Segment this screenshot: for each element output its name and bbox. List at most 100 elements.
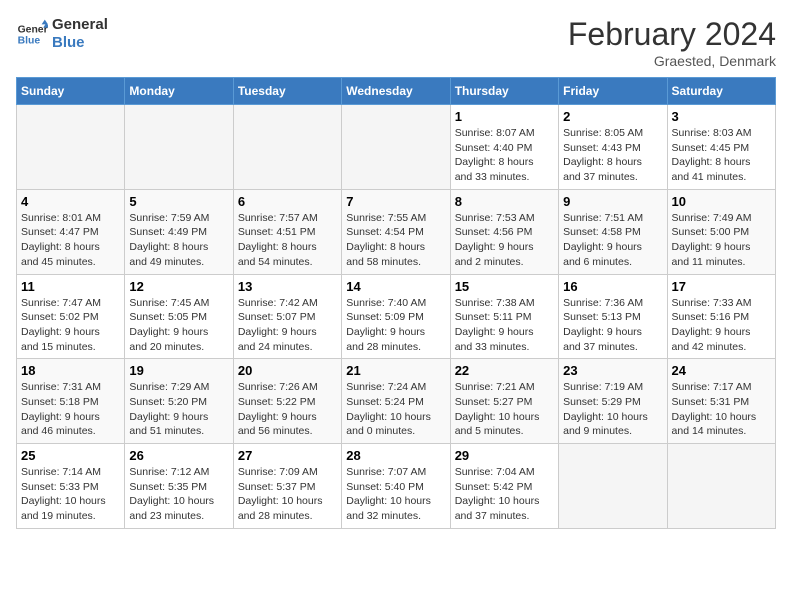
calendar-cell: 29 Sunrise: 7:04 AM Sunset: 5:42 PM Dayli… bbox=[450, 444, 558, 529]
day-info: Sunrise: 7:26 AM Sunset: 5:22 PM Dayligh… bbox=[238, 380, 337, 439]
column-header-tuesday: Tuesday bbox=[233, 78, 341, 105]
day-number: 22 bbox=[455, 363, 554, 378]
calendar-cell: 19 Sunrise: 7:29 AM Sunset: 5:20 PM Dayli… bbox=[125, 359, 233, 444]
calendar-cell: 2 Sunrise: 8:05 AM Sunset: 4:43 PM Daylig… bbox=[559, 105, 667, 190]
calendar-cell: 11 Sunrise: 7:47 AM Sunset: 5:02 PM Dayli… bbox=[17, 274, 125, 359]
day-info: Sunrise: 8:03 AM Sunset: 4:45 PM Dayligh… bbox=[672, 126, 771, 185]
calendar-cell bbox=[125, 105, 233, 190]
calendar-cell bbox=[559, 444, 667, 529]
day-info: Sunrise: 7:09 AM Sunset: 5:37 PM Dayligh… bbox=[238, 465, 337, 524]
day-number: 2 bbox=[563, 109, 662, 124]
day-info: Sunrise: 7:49 AM Sunset: 5:00 PM Dayligh… bbox=[672, 211, 771, 270]
calendar-cell: 27Sunrise: 7:09 AM Sunset: 5:37 PM Dayli… bbox=[233, 444, 341, 529]
calendar-cell bbox=[17, 105, 125, 190]
day-info: Sunrise: 7:55 AM Sunset: 4:54 PM Dayligh… bbox=[346, 211, 445, 270]
day-info: Sunrise: 7:07 AM Sunset: 5:40 PM Dayligh… bbox=[346, 465, 445, 524]
svg-text:Blue: Blue bbox=[18, 36, 41, 47]
day-number: 24 bbox=[672, 363, 771, 378]
day-number: 16 bbox=[563, 279, 662, 294]
column-header-friday: Friday bbox=[559, 78, 667, 105]
calendar-cell: 4 Sunrise: 8:01 AM Sunset: 4:47 PM Daylig… bbox=[17, 189, 125, 274]
day-info: Sunrise: 8:05 AM Sunset: 4:43 PM Dayligh… bbox=[563, 126, 662, 185]
day-info: Sunrise: 7:31 AM Sunset: 5:18 PM Dayligh… bbox=[21, 380, 120, 439]
calendar-cell: 7 Sunrise: 7:55 AM Sunset: 4:54 PM Daylig… bbox=[342, 189, 450, 274]
day-info: Sunrise: 7:04 AM Sunset: 5:42 PM Dayligh… bbox=[455, 465, 554, 524]
calendar-cell bbox=[667, 444, 775, 529]
calendar-cell bbox=[342, 105, 450, 190]
day-number: 15 bbox=[455, 279, 554, 294]
calendar-cell: 26 Sunrise: 7:12 AM Sunset: 5:35 PM Dayli… bbox=[125, 444, 233, 529]
logo-text-general: General bbox=[52, 16, 108, 34]
logo-icon: General Blue bbox=[16, 18, 48, 50]
calendar-cell: 12Sunrise: 7:45 AM Sunset: 5:05 PM Dayli… bbox=[125, 274, 233, 359]
calendar-cell: 17 Sunrise: 7:33 AM Sunset: 5:16 PM Dayli… bbox=[667, 274, 775, 359]
calendar-header-row: SundayMondayTuesdayWednesdayThursdayFrid… bbox=[17, 78, 776, 105]
header: General Blue General Blue February 2024 … bbox=[16, 16, 776, 69]
day-info: Sunrise: 7:29 AM Sunset: 5:20 PM Dayligh… bbox=[129, 380, 228, 439]
column-header-monday: Monday bbox=[125, 78, 233, 105]
title-area: February 2024 Graested, Denmark bbox=[568, 16, 776, 69]
day-number: 4 bbox=[21, 194, 120, 209]
calendar-week-row: 25 Sunrise: 7:14 AM Sunset: 5:33 PM Dayli… bbox=[17, 444, 776, 529]
calendar-cell: 21 Sunrise: 7:24 AM Sunset: 5:24 PM Dayli… bbox=[342, 359, 450, 444]
day-info: Sunrise: 7:14 AM Sunset: 5:33 PM Dayligh… bbox=[21, 465, 120, 524]
calendar-cell: 10Sunrise: 7:49 AM Sunset: 5:00 PM Dayli… bbox=[667, 189, 775, 274]
calendar-week-row: 4 Sunrise: 8:01 AM Sunset: 4:47 PM Daylig… bbox=[17, 189, 776, 274]
day-info: Sunrise: 7:47 AM Sunset: 5:02 PM Dayligh… bbox=[21, 296, 120, 355]
day-number: 9 bbox=[563, 194, 662, 209]
day-info: Sunrise: 7:24 AM Sunset: 5:24 PM Dayligh… bbox=[346, 380, 445, 439]
day-number: 26 bbox=[129, 448, 228, 463]
day-number: 29 bbox=[455, 448, 554, 463]
calendar-cell: 1Sunrise: 8:07 AM Sunset: 4:40 PM Daylig… bbox=[450, 105, 558, 190]
column-header-thursday: Thursday bbox=[450, 78, 558, 105]
calendar-cell: 14 Sunrise: 7:40 AM Sunset: 5:09 PM Dayli… bbox=[342, 274, 450, 359]
column-header-saturday: Saturday bbox=[667, 78, 775, 105]
day-info: Sunrise: 8:07 AM Sunset: 4:40 PM Dayligh… bbox=[455, 126, 554, 185]
day-info: Sunrise: 7:36 AM Sunset: 5:13 PM Dayligh… bbox=[563, 296, 662, 355]
calendar-cell: 8 Sunrise: 7:53 AM Sunset: 4:56 PM Daylig… bbox=[450, 189, 558, 274]
day-number: 17 bbox=[672, 279, 771, 294]
calendar-cell: 24 Sunrise: 7:17 AM Sunset: 5:31 PM Dayli… bbox=[667, 359, 775, 444]
day-number: 7 bbox=[346, 194, 445, 209]
day-info: Sunrise: 7:40 AM Sunset: 5:09 PM Dayligh… bbox=[346, 296, 445, 355]
day-number: 23 bbox=[563, 363, 662, 378]
calendar-table: SundayMondayTuesdayWednesdayThursdayFrid… bbox=[16, 77, 776, 529]
calendar-cell: 18 Sunrise: 7:31 AM Sunset: 5:18 PM Dayli… bbox=[17, 359, 125, 444]
day-number: 28 bbox=[346, 448, 445, 463]
day-info: Sunrise: 7:59 AM Sunset: 4:49 PM Dayligh… bbox=[129, 211, 228, 270]
page-subtitle: Graested, Denmark bbox=[568, 53, 776, 69]
day-info: Sunrise: 7:38 AM Sunset: 5:11 PM Dayligh… bbox=[455, 296, 554, 355]
day-info: Sunrise: 7:12 AM Sunset: 5:35 PM Dayligh… bbox=[129, 465, 228, 524]
day-number: 25 bbox=[21, 448, 120, 463]
calendar-week-row: 18 Sunrise: 7:31 AM Sunset: 5:18 PM Dayli… bbox=[17, 359, 776, 444]
calendar-cell bbox=[233, 105, 341, 190]
day-number: 11 bbox=[21, 279, 120, 294]
day-number: 8 bbox=[455, 194, 554, 209]
day-number: 21 bbox=[346, 363, 445, 378]
day-number: 19 bbox=[129, 363, 228, 378]
calendar-cell: 20 Sunrise: 7:26 AM Sunset: 5:22 PM Dayli… bbox=[233, 359, 341, 444]
svg-text:General: General bbox=[18, 24, 48, 35]
calendar-cell: 15 Sunrise: 7:38 AM Sunset: 5:11 PM Dayli… bbox=[450, 274, 558, 359]
day-info: Sunrise: 7:45 AM Sunset: 5:05 PM Dayligh… bbox=[129, 296, 228, 355]
day-info: Sunrise: 7:19 AM Sunset: 5:29 PM Dayligh… bbox=[563, 380, 662, 439]
day-info: Sunrise: 7:53 AM Sunset: 4:56 PM Dayligh… bbox=[455, 211, 554, 270]
page-title: February 2024 bbox=[568, 16, 776, 53]
day-info: Sunrise: 7:33 AM Sunset: 5:16 PM Dayligh… bbox=[672, 296, 771, 355]
day-number: 18 bbox=[21, 363, 120, 378]
day-info: Sunrise: 7:17 AM Sunset: 5:31 PM Dayligh… bbox=[672, 380, 771, 439]
day-number: 6 bbox=[238, 194, 337, 209]
day-info: Sunrise: 8:01 AM Sunset: 4:47 PM Dayligh… bbox=[21, 211, 120, 270]
logo: General Blue General Blue bbox=[16, 16, 108, 52]
calendar-cell: 25 Sunrise: 7:14 AM Sunset: 5:33 PM Dayli… bbox=[17, 444, 125, 529]
calendar-cell: 3 Sunrise: 8:03 AM Sunset: 4:45 PM Daylig… bbox=[667, 105, 775, 190]
calendar-cell: 28 Sunrise: 7:07 AM Sunset: 5:40 PM Dayli… bbox=[342, 444, 450, 529]
column-header-wednesday: Wednesday bbox=[342, 78, 450, 105]
calendar-cell: 9 Sunrise: 7:51 AM Sunset: 4:58 PM Daylig… bbox=[559, 189, 667, 274]
calendar-cell: 5Sunrise: 7:59 AM Sunset: 4:49 PM Daylig… bbox=[125, 189, 233, 274]
day-number: 20 bbox=[238, 363, 337, 378]
day-number: 14 bbox=[346, 279, 445, 294]
day-number: 3 bbox=[672, 109, 771, 124]
day-info: Sunrise: 7:51 AM Sunset: 4:58 PM Dayligh… bbox=[563, 211, 662, 270]
day-number: 13 bbox=[238, 279, 337, 294]
